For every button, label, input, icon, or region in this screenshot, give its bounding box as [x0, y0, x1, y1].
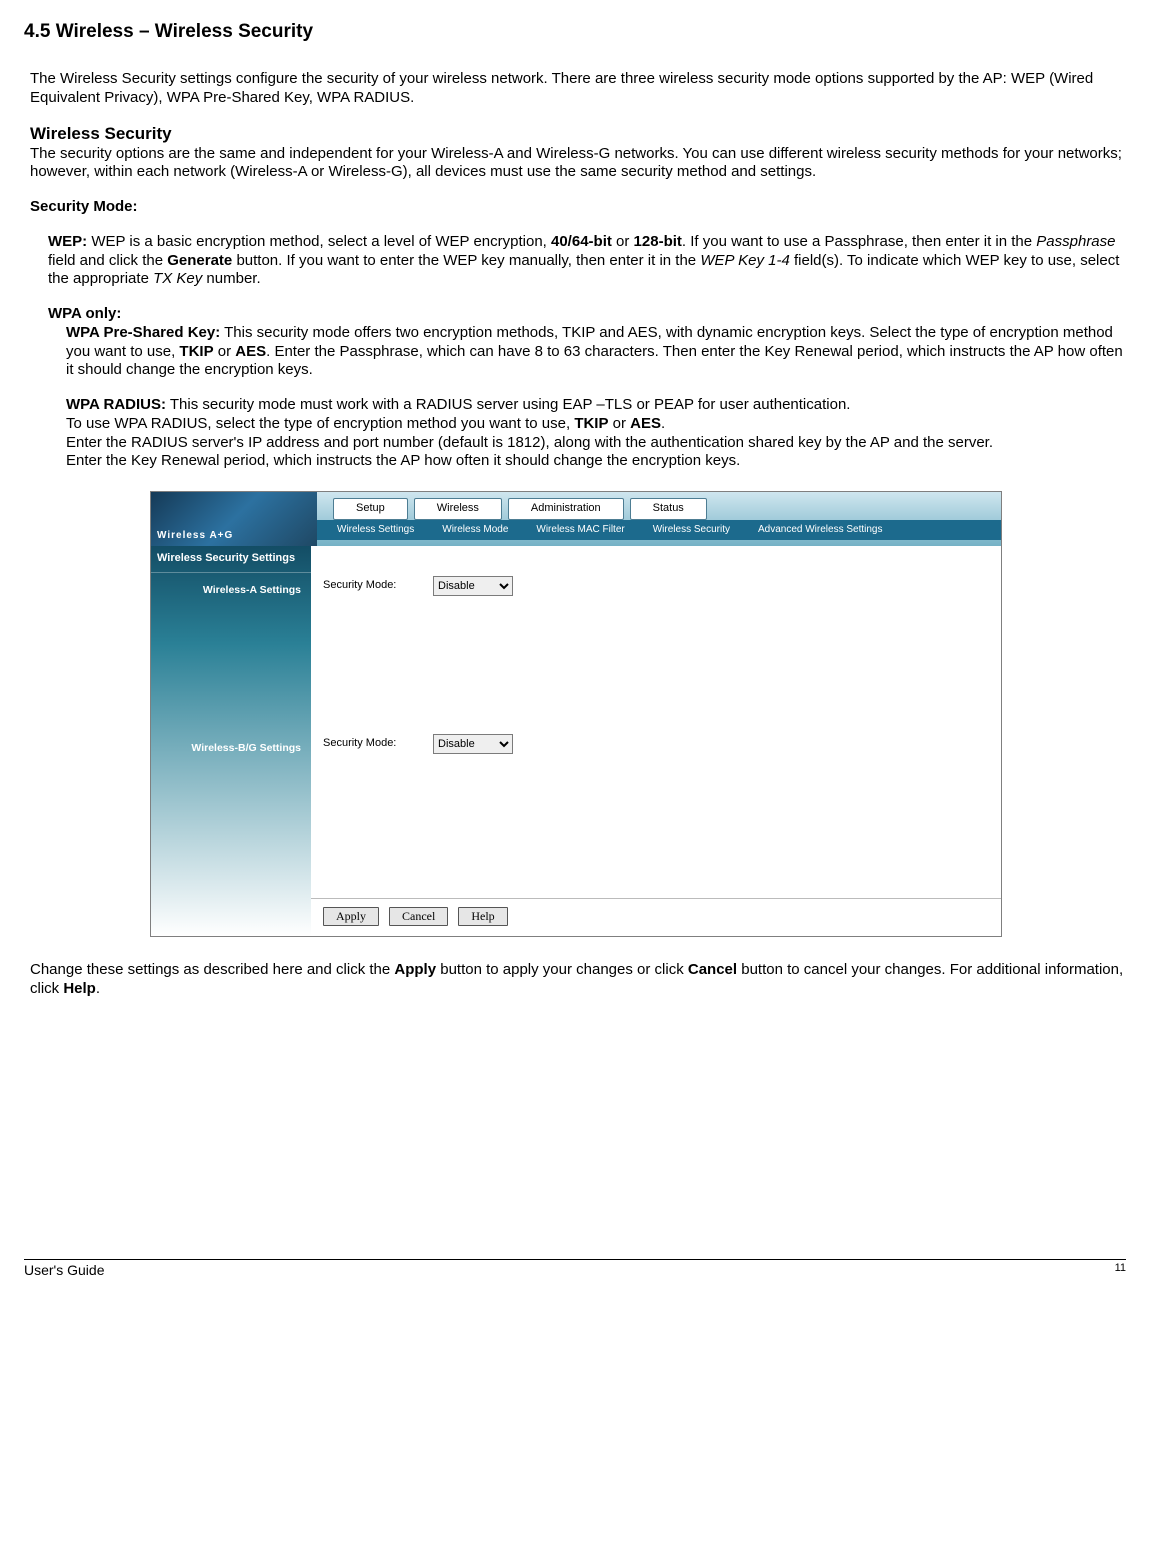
t: button. If you want to enter the WEP key…: [232, 252, 700, 269]
t: .: [96, 980, 100, 997]
t: AES: [630, 415, 661, 432]
wpa-radius-paragraph: WPA RADIUS: This security mode must work…: [66, 396, 1126, 471]
t: Enter the Key Renewal period, which inst…: [66, 452, 740, 469]
t: TKIP: [574, 415, 608, 432]
t: Change these settings as described here …: [30, 961, 394, 978]
security-mode-bg-select[interactable]: Disable: [433, 734, 513, 754]
subtab-wireless-mode[interactable]: Wireless Mode: [442, 524, 508, 537]
t: 128-bit: [634, 233, 682, 250]
tab-status[interactable]: Status: [630, 498, 707, 520]
brand-text: Wireless A+G: [157, 530, 233, 543]
t: Help: [63, 980, 96, 997]
t: Generate: [167, 252, 232, 269]
wireless-security-body: The security options are the same and in…: [30, 145, 1126, 183]
help-button[interactable]: Help: [458, 907, 507, 926]
side-header: Wireless Security Settings: [151, 546, 311, 573]
t: 40/64-bit: [551, 233, 612, 250]
subtab-wireless-settings[interactable]: Wireless Settings: [337, 524, 414, 537]
t: field and click the: [48, 252, 167, 269]
brand-logo: Wireless A+G: [151, 492, 317, 546]
security-mode-heading: Security Mode:: [30, 198, 1126, 217]
t: .: [661, 415, 665, 432]
t: number.: [202, 270, 260, 287]
wep-label: WEP:: [48, 233, 87, 250]
security-mode-a-label: Security Mode:: [323, 579, 433, 593]
t: . If you want to use a Passphrase, then …: [682, 233, 1036, 250]
config-ui-screenshot: Wireless A+G Setup Wireless Administrati…: [150, 491, 1002, 937]
psk-label: WPA Pre-Shared Key:: [66, 324, 220, 341]
t: Enter the RADIUS server's IP address and…: [66, 434, 993, 451]
t: Passphrase: [1036, 233, 1115, 250]
footer-left: User's Guide: [24, 1262, 104, 1280]
wireless-security-heading: Wireless Security: [30, 123, 1126, 144]
wep-paragraph: WEP: WEP is a basic encryption method, s…: [48, 233, 1126, 289]
t: This security mode must work with a RADI…: [166, 396, 850, 413]
t: Cancel: [688, 961, 737, 978]
subtab-wireless-security[interactable]: Wireless Security: [653, 524, 730, 537]
section-title: 4.5 Wireless – Wireless Security: [24, 20, 1126, 44]
intro-paragraph: The Wireless Security settings configure…: [30, 70, 1126, 108]
t: WEP is a basic encryption method, select…: [87, 233, 551, 250]
security-mode-a-select[interactable]: Disable: [433, 576, 513, 596]
tab-wireless[interactable]: Wireless: [414, 498, 502, 520]
side-label-a: Wireless-A Settings: [151, 577, 311, 605]
t: AES: [235, 343, 266, 360]
wpa-only-heading: WPA only:: [48, 305, 1126, 324]
subtab-advanced-wireless[interactable]: Advanced Wireless Settings: [758, 524, 883, 537]
subtab-wireless-mac-filter[interactable]: Wireless MAC Filter: [536, 524, 624, 537]
t: or: [608, 415, 630, 432]
closing-paragraph: Change these settings as described here …: [30, 961, 1126, 999]
cancel-button[interactable]: Cancel: [389, 907, 448, 926]
t: or: [214, 343, 236, 360]
security-mode-bg-label: Security Mode:: [323, 737, 433, 751]
page-footer: User's Guide 11: [24, 1259, 1126, 1280]
wpa-psk-paragraph: WPA Pre-Shared Key: This security mode o…: [66, 324, 1126, 380]
page-number: 11: [1115, 1262, 1126, 1280]
tab-setup[interactable]: Setup: [333, 498, 408, 520]
t: To use WPA RADIUS, select the type of en…: [66, 415, 574, 432]
t: TKIP: [179, 343, 213, 360]
t: or: [612, 233, 634, 250]
t: TX Key: [153, 270, 202, 287]
tab-administration[interactable]: Administration: [508, 498, 624, 520]
t: button to apply your changes or click: [436, 961, 688, 978]
radius-label: WPA RADIUS:: [66, 396, 166, 413]
side-label-bg: Wireless-B/G Settings: [151, 735, 311, 763]
t: Apply: [394, 961, 436, 978]
apply-button[interactable]: Apply: [323, 907, 379, 926]
t: WEP Key 1-4: [700, 252, 789, 269]
